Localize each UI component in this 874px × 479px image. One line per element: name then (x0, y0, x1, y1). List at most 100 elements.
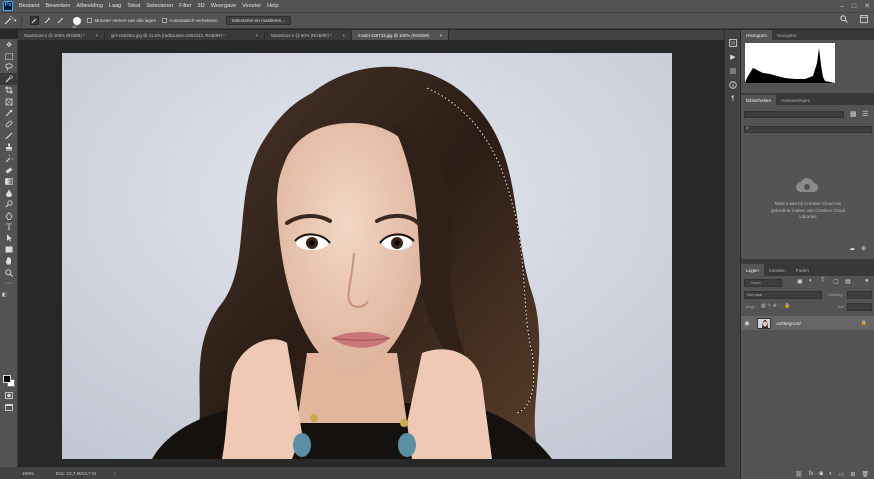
tab-layers[interactable]: Lagen (741, 264, 764, 276)
add-library-icon[interactable]: ⊕ (861, 245, 866, 252)
checkbox-box[interactable] (162, 18, 168, 23)
brush-tool-icon[interactable] (0, 130, 18, 141)
tab-channels[interactable]: Kanalen (764, 264, 791, 276)
new-selection-mode-icon[interactable] (29, 16, 39, 25)
list-view-icon[interactable]: ☰ (862, 110, 868, 118)
gradient-tool-icon[interactable] (0, 176, 18, 187)
new-layer-icon[interactable]: ⊞ (850, 471, 855, 479)
tab-histogram[interactable]: Histogram (741, 30, 772, 40)
menu-afbeelding[interactable]: Afbeelding (76, 3, 102, 9)
workspace-icon[interactable] (860, 15, 868, 25)
filter-toggle-icon[interactable]: ● (865, 278, 869, 284)
properties-panel-icon[interactable] (725, 64, 741, 78)
history-panel-icon[interactable] (725, 36, 741, 50)
close-icon[interactable]: × (339, 33, 345, 38)
marquee-tool-icon[interactable] (0, 50, 18, 61)
menu-3d[interactable]: 3D (198, 3, 205, 9)
default-colors-icon[interactable]: ◧ (0, 290, 18, 301)
tab-adjustments[interactable]: Aanpassingen (776, 95, 815, 105)
info-panel-icon[interactable] (725, 78, 741, 92)
frame-tool-icon[interactable] (0, 96, 18, 107)
zoom-level[interactable]: 100% (22, 471, 34, 476)
more-tools-icon[interactable]: ··· (0, 278, 18, 289)
library-search-input[interactable] (744, 126, 872, 133)
type-tool-icon[interactable]: T (0, 221, 18, 232)
eraser-tool-icon[interactable] (0, 164, 18, 175)
tab-libraries[interactable]: Bibliotheken (741, 95, 777, 105)
maximize-button[interactable]: □ (852, 3, 856, 10)
close-icon[interactable]: × (92, 33, 98, 38)
subtract-from-selection-icon[interactable] (56, 16, 65, 25)
grid-view-icon[interactable]: ▦ (850, 110, 857, 118)
link-layers-icon[interactable]: ⛓ (795, 471, 803, 479)
filter-adjustment-icon[interactable]: ◐ (809, 278, 813, 284)
hand-tool-icon[interactable] (0, 255, 18, 266)
document-image[interactable] (62, 53, 672, 459)
cc-sync-icon[interactable]: ☁ (849, 245, 855, 252)
menu-weergave[interactable]: Weergave (211, 3, 236, 9)
visibility-eye-icon[interactable]: ◉ (741, 320, 753, 327)
screen-mode-icon[interactable] (0, 402, 18, 413)
close-icon[interactable]: × (436, 33, 442, 38)
pen-tool-icon[interactable] (0, 210, 18, 221)
sample-all-layers-checkbox[interactable]: Monster nemen van alle lagen (87, 18, 156, 23)
delete-layer-icon[interactable]: 🗑 (861, 471, 869, 479)
tab-navigator[interactable]: Navigator (772, 30, 802, 40)
zoom-tool-icon[interactable] (0, 267, 18, 278)
blur-tool-icon[interactable] (0, 187, 18, 198)
select-and-mask-button[interactable]: Selecteren en maskeren... (225, 16, 292, 25)
menu-selecteren[interactable]: Selecteren (146, 3, 173, 9)
quick-mask-icon[interactable] (0, 390, 18, 401)
quick-selection-tool-icon[interactable] (4, 16, 13, 25)
new-group-icon[interactable]: ▭ (839, 471, 845, 479)
actions-play-icon[interactable]: ▶ (725, 50, 741, 64)
history-brush-tool-icon[interactable] (0, 153, 18, 164)
fill-input[interactable] (847, 303, 872, 311)
foreground-color-swatch[interactable] (3, 375, 11, 383)
eyedropper-tool-icon[interactable] (0, 107, 18, 118)
auto-enhance-checkbox[interactable]: Automatisch verbeteren (162, 18, 218, 23)
warning-icon[interactable]: ▲ (825, 43, 831, 49)
healing-brush-tool-icon[interactable] (0, 119, 18, 130)
menu-bewerken[interactable]: Bewerken (46, 3, 71, 9)
layer-filter-kind[interactable]: Soort (744, 279, 782, 287)
adjustment-layer-icon[interactable]: ◐ (829, 471, 833, 479)
add-mask-icon[interactable]: ◙ (819, 471, 823, 479)
library-dropdown[interactable] (744, 111, 844, 118)
move-tool-icon[interactable]: ✥ (0, 39, 18, 50)
filter-type-icon[interactable]: T (821, 278, 825, 284)
add-to-selection-icon[interactable] (43, 16, 52, 25)
status-menu-arrow[interactable]: › (114, 471, 116, 476)
lasso-tool-icon[interactable] (0, 62, 18, 73)
menu-tekst[interactable]: Tekst (127, 3, 140, 9)
lock-icons[interactable]: ▦ ✎ ✥ ⬚ 🔒 (761, 303, 791, 309)
close-window-button[interactable]: ✕ (864, 2, 870, 10)
checkbox-box[interactable] (87, 18, 93, 23)
tab-naamloos-2[interactable]: Naamloos-2 @ 50% (RGB/8#) * × (265, 30, 352, 40)
tab-girl[interactable]: girl-1848454.jpg @ 41,5% (radbouwne-2262… (105, 30, 265, 40)
filter-pixel-icon[interactable]: ▣ (797, 278, 803, 285)
filter-smart-object-icon[interactable]: ▤ (845, 278, 851, 285)
crop-tool-icon[interactable] (0, 85, 18, 96)
search-icon[interactable] (840, 15, 848, 25)
blend-mode-dropdown[interactable]: Normaal (744, 291, 822, 299)
tab-naamloos-1[interactable]: Naamloos-1 @ 100% (RGB/8) * × (18, 30, 105, 40)
menu-laag[interactable]: Laag (109, 3, 121, 9)
menu-venster[interactable]: Venster (242, 3, 261, 9)
menu-filter[interactable]: Filter (179, 3, 191, 9)
dodge-tool-icon[interactable] (0, 198, 18, 209)
layer-style-icon[interactable]: fx (809, 471, 814, 479)
close-icon[interactable]: × (252, 33, 258, 38)
clone-stamp-tool-icon[interactable] (0, 142, 18, 153)
menu-bestand[interactable]: Bestand (19, 3, 40, 9)
tab-model[interactable]: model-429733.jpg @ 100% (RGB/8#) × (352, 30, 449, 40)
quick-selection-tool-icon[interactable] (0, 73, 18, 85)
menu-help[interactable]: Help (267, 3, 279, 9)
rectangle-tool-icon[interactable] (0, 244, 18, 255)
path-selection-tool-icon[interactable] (0, 233, 18, 244)
layer-row-background[interactable]: ◉ Achtergrond 🔒 (741, 316, 874, 330)
paragraph-panel-icon[interactable]: ¶ (725, 92, 741, 106)
opacity-input[interactable] (847, 291, 872, 299)
filter-shape-icon[interactable]: ▢ (833, 278, 839, 285)
minimize-button[interactable]: – (840, 3, 844, 10)
